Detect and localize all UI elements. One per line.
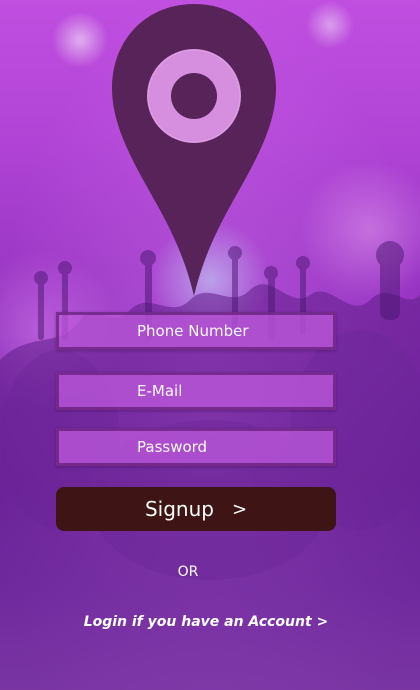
password-placeholder: Password (137, 438, 208, 456)
chevron-right-icon: > (231, 498, 248, 520)
phone-number-field[interactable]: Phone Number (56, 312, 336, 350)
or-separator: OR (177, 564, 199, 580)
phone-number-placeholder: Phone Number (137, 322, 249, 340)
login-link[interactable]: Login if you have an Account > (0, 614, 412, 630)
signup-button-label: Signup (144, 497, 214, 521)
email-field[interactable]: E-Mail (56, 372, 336, 410)
password-field[interactable]: Password (56, 428, 336, 466)
signup-button[interactable]: Signup > (56, 487, 336, 531)
email-placeholder: E-Mail (137, 382, 183, 400)
location-pin-icon (112, 4, 276, 296)
